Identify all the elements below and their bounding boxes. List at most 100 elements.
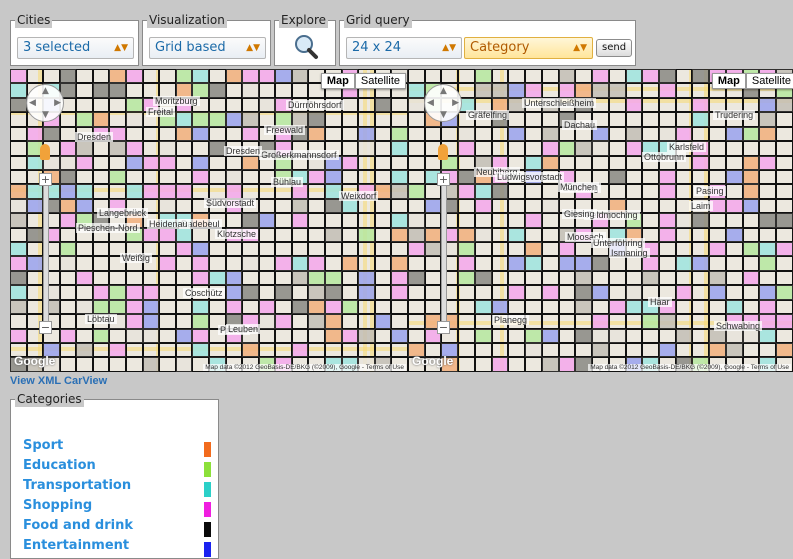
grid-cell[interactable] — [408, 213, 425, 228]
grid-cell[interactable] — [692, 213, 710, 228]
grid-cell[interactable] — [424, 299, 442, 315]
grid-cell[interactable] — [225, 169, 243, 185]
zoom-out-button[interactable]: − — [437, 321, 450, 334]
grid-cell[interactable] — [142, 184, 160, 199]
grid-cell[interactable] — [76, 198, 93, 214]
grid-cell[interactable] — [558, 155, 576, 170]
grid-cell[interactable] — [175, 69, 193, 84]
grid-cell[interactable] — [59, 314, 77, 329]
grid-cell[interactable] — [142, 169, 160, 185]
grid-cell[interactable] — [109, 155, 127, 170]
grid-cell[interactable] — [391, 299, 408, 315]
grid-cell[interactable] — [725, 270, 743, 286]
grid-cell[interactable] — [109, 97, 127, 113]
grid-cell[interactable] — [126, 97, 143, 113]
grid-cell[interactable] — [608, 141, 626, 156]
grid-cell[interactable] — [291, 213, 309, 228]
grid-cell[interactable] — [341, 314, 359, 329]
grid-cell[interactable] — [709, 169, 726, 185]
grid-cell[interactable] — [92, 184, 110, 199]
grid-cell[interactable] — [258, 69, 276, 84]
grid-cell[interactable] — [358, 256, 375, 271]
grid-cell[interactable] — [391, 328, 408, 344]
grid-cell[interactable] — [308, 299, 325, 315]
grid-cell[interactable] — [358, 314, 375, 329]
grid-cell[interactable] — [26, 69, 44, 84]
zoom-in-button[interactable]: + — [39, 173, 52, 186]
grid-cell[interactable] — [558, 357, 576, 372]
zoom-out-button[interactable]: − — [39, 321, 52, 334]
grid-cell[interactable] — [258, 343, 276, 358]
grid-cell[interactable] — [575, 328, 593, 344]
grid-cell[interactable] — [242, 112, 259, 127]
grid-cell[interactable] — [675, 69, 693, 84]
grid-cell[interactable] — [258, 285, 276, 300]
grid-cell[interactable] — [175, 314, 193, 329]
grid-cell[interactable] — [192, 270, 209, 286]
grid-cell[interactable] — [458, 69, 475, 84]
grid-cell[interactable] — [126, 126, 143, 142]
grid-cell[interactable] — [308, 242, 325, 257]
grid-cell[interactable] — [608, 328, 626, 344]
grid-cell[interactable] — [175, 256, 193, 271]
grid-cell[interactable] — [424, 285, 442, 300]
grid-cell[interactable] — [126, 184, 143, 199]
grid-cell[interactable] — [525, 285, 542, 300]
grid-cell[interactable] — [324, 126, 342, 142]
grid-cell[interactable] — [275, 242, 292, 257]
grid-cell[interactable] — [575, 83, 593, 98]
grid-cell[interactable] — [374, 256, 392, 271]
satellite-button[interactable]: Satellite — [745, 73, 793, 89]
grid-cell[interactable] — [258, 227, 276, 243]
grid-cell[interactable] — [59, 169, 77, 185]
grid-cell[interactable] — [76, 155, 93, 170]
send-button[interactable]: send — [596, 39, 633, 57]
grid-cell[interactable] — [692, 328, 710, 344]
grid-cell[interactable] — [258, 270, 276, 286]
grid-cell[interactable] — [508, 83, 526, 98]
grid-cell[interactable] — [76, 256, 93, 271]
grid-cell[interactable] — [408, 112, 425, 127]
grid-cell[interactable] — [408, 169, 425, 185]
grid-cell[interactable] — [541, 184, 559, 199]
grid-cell[interactable] — [474, 270, 492, 286]
grid-cell[interactable] — [374, 242, 392, 257]
grid-cell[interactable] — [659, 97, 676, 113]
grid-cell[interactable] — [424, 256, 442, 271]
grid-cell[interactable] — [541, 69, 559, 84]
grid-cell[interactable] — [558, 256, 576, 271]
grid-cell[interactable] — [175, 299, 193, 315]
grid-cell[interactable] — [675, 227, 693, 243]
grid-cell[interactable] — [592, 83, 609, 98]
grid-cell[interactable] — [126, 155, 143, 170]
grid-cell[interactable] — [659, 314, 676, 329]
grid-cell[interactable] — [675, 328, 693, 344]
grid-cell[interactable] — [474, 328, 492, 344]
grid-cell[interactable] — [625, 256, 643, 271]
grid-cell[interactable] — [59, 141, 77, 156]
grid-cell[interactable] — [275, 299, 292, 315]
grid-cell[interactable] — [126, 328, 143, 344]
grid-cell[interactable] — [541, 213, 559, 228]
grid-cell[interactable] — [242, 242, 259, 257]
grid-cell[interactable] — [424, 242, 442, 257]
grid-cell[interactable] — [126, 169, 143, 185]
grid-cell[interactable] — [709, 213, 726, 228]
grid-cell[interactable] — [374, 343, 392, 358]
grid-cell[interactable] — [308, 169, 325, 185]
grid-cell[interactable] — [92, 83, 110, 98]
grid-cell[interactable] — [341, 270, 359, 286]
grid-cell[interactable] — [242, 184, 259, 199]
grid-cell[interactable] — [242, 97, 259, 113]
grid-cell[interactable] — [508, 343, 526, 358]
grid-cell[interactable] — [76, 270, 93, 286]
grid-cell[interactable] — [374, 112, 392, 127]
grid-cell[interactable] — [491, 270, 509, 286]
grid-cell[interactable] — [424, 126, 442, 142]
category-label[interactable]: Education — [23, 458, 96, 473]
grid-cell[interactable] — [408, 299, 425, 315]
grid-cell[interactable] — [341, 242, 359, 257]
grid-cell[interactable] — [225, 256, 243, 271]
grid-cell[interactable] — [408, 270, 425, 286]
grid-cell[interactable] — [642, 227, 660, 243]
